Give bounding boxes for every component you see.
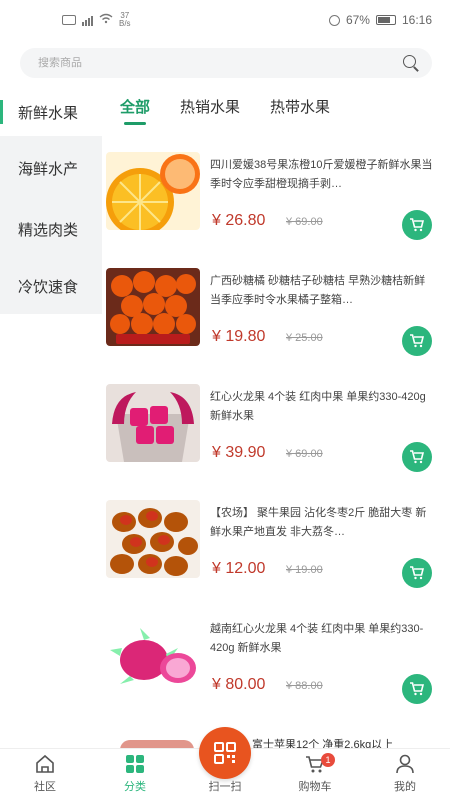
- grid-icon: [126, 755, 144, 773]
- original-price: ¥ 25.00: [286, 332, 323, 344]
- user-icon: [396, 754, 414, 774]
- alarm-icon: [328, 14, 340, 26]
- nav-label: 分类: [124, 781, 146, 793]
- network-speed: 37 B/s: [119, 12, 131, 28]
- category-sidebar: 新鲜水果 海鲜水产 精选肉类 冷饮速食: [0, 88, 102, 314]
- product-title[interactable]: 广西砂糖橘 砂糖桔子砂糖桔 早熟沙糖桔新鲜当季应季时令水果橘子整箱…: [210, 272, 434, 310]
- add-to-cart-button[interactable]: [402, 326, 432, 356]
- original-price: ¥ 69.00: [286, 448, 323, 460]
- scan-button[interactable]: [199, 727, 251, 779]
- product-title[interactable]: 四川爱媛38号果冻橙10斤爱媛橙子新鲜水果当季时令应季甜橙现摘手剥…: [210, 156, 434, 194]
- sidebar-item-seafood[interactable]: 海鲜水产: [0, 136, 102, 200]
- product-price: ¥ 80.00: [212, 676, 266, 693]
- status-bar: 37 B/s 67% 16:16: [0, 0, 450, 40]
- add-to-cart-button[interactable]: [402, 674, 432, 704]
- sidebar-item-fresh-fruit[interactable]: 新鲜水果: [0, 88, 102, 136]
- product-title[interactable]: 【农场】 聚牛果园 沾化冬枣2斤 脆甜大枣 新鲜水果产地直发 非大荔冬…: [210, 504, 434, 542]
- battery-percent: 67%: [345, 13, 370, 27]
- cart-icon: [410, 450, 425, 464]
- dragonfruit-image[interactable]: [106, 384, 200, 462]
- product-card[interactable]: 四川爱媛38号果冻橙10斤爱媛橙子新鲜水果当季时令应季甜橙现摘手剥… ¥ 26.…: [102, 140, 450, 256]
- nav-label: 购物车: [298, 781, 332, 793]
- battery-icon: [375, 15, 396, 25]
- product-card[interactable]: 越南红心火龙果 4个装 红肉中果 单果约330-420g 新鲜水果 ¥ 80.0…: [102, 604, 450, 720]
- tab-all[interactable]: 全部: [120, 96, 150, 125]
- wifi-icon: [99, 13, 113, 27]
- product-title[interactable]: 红心火龙果 4个装 红肉中果 单果约330-420g 新鲜水果: [210, 388, 434, 426]
- nav-mine[interactable]: 我的: [360, 749, 450, 800]
- clock: 16:16: [401, 13, 432, 27]
- product-price: ¥ 26.80: [212, 212, 266, 229]
- product-price: ¥ 19.80: [212, 328, 266, 345]
- sim-icon: [62, 15, 76, 25]
- product-price: ¥ 12.00: [212, 560, 266, 577]
- tab-tropical-fruit[interactable]: 热带水果: [270, 96, 330, 125]
- product-card[interactable]: 广西砂糖橘 砂糖桔子砂糖桔 早熟沙糖桔新鲜当季应季时令水果橘子整箱… ¥ 19.…: [102, 256, 450, 372]
- status-left: 37 B/s: [62, 12, 131, 28]
- subcategory-tabs: 全部 热销水果 热带水果: [120, 96, 330, 125]
- add-to-cart-button[interactable]: [402, 442, 432, 472]
- nav-label: 我的: [394, 781, 416, 793]
- original-price: ¥ 69.00: [286, 216, 323, 228]
- jujube-image[interactable]: [106, 500, 200, 578]
- status-right: 67% 16:16: [328, 13, 432, 27]
- nav-category[interactable]: 分类: [90, 749, 180, 800]
- original-price: ¥ 19.00: [286, 564, 323, 576]
- nav-label: 扫一扫: [208, 781, 242, 793]
- scan-icon: [214, 742, 236, 764]
- home-icon: [36, 754, 54, 773]
- nav-cart[interactable]: 1 购物车: [270, 749, 360, 800]
- search-icon[interactable]: [402, 54, 420, 72]
- dragonfruit2-image[interactable]: [106, 616, 200, 694]
- bottom-nav: 社区 分类 扫一扫 1 购物车 我的: [0, 727, 450, 800]
- original-price: ¥ 88.00: [286, 680, 323, 692]
- add-to-cart-button[interactable]: [402, 210, 432, 240]
- product-card[interactable]: 【农场】 聚牛果园 沾化冬枣2斤 脆甜大枣 新鲜水果产地直发 非大荔冬… ¥ 1…: [102, 488, 450, 604]
- search-bar[interactable]: [20, 48, 432, 78]
- nav-scan[interactable]: 扫一扫: [180, 727, 270, 800]
- product-list: 四川爱媛38号果冻橙10斤爱媛橙子新鲜水果当季时令应季甜橙现摘手剥… ¥ 26.…: [102, 140, 450, 720]
- product-title[interactable]: 越南红心火龙果 4个装 红肉中果 单果约330-420g 新鲜水果: [210, 620, 434, 658]
- cart-icon: [410, 566, 425, 580]
- speed-unit: B/s: [119, 19, 131, 28]
- tangerine-image[interactable]: [106, 268, 200, 346]
- sidebar-item-meat[interactable]: 精选肉类: [0, 200, 102, 258]
- tab-hot-fruit[interactable]: 热销水果: [180, 96, 240, 125]
- cart-icon: [410, 334, 425, 348]
- nav-community[interactable]: 社区: [0, 749, 90, 800]
- orange-image[interactable]: [106, 152, 200, 230]
- cart-icon: [410, 218, 425, 232]
- product-card[interactable]: 红心火龙果 4个装 红肉中果 单果约330-420g 新鲜水果 ¥ 39.90 …: [102, 372, 450, 488]
- signal-icon: [82, 15, 93, 26]
- nav-label: 社区: [34, 781, 56, 793]
- cart-badge: 1: [321, 753, 335, 767]
- cart-icon: [410, 682, 425, 696]
- add-to-cart-button[interactable]: [402, 558, 432, 588]
- sidebar-item-frozen-food[interactable]: 冷饮速食: [0, 258, 102, 314]
- product-price: ¥ 39.90: [212, 444, 266, 461]
- search-input[interactable]: [38, 57, 402, 69]
